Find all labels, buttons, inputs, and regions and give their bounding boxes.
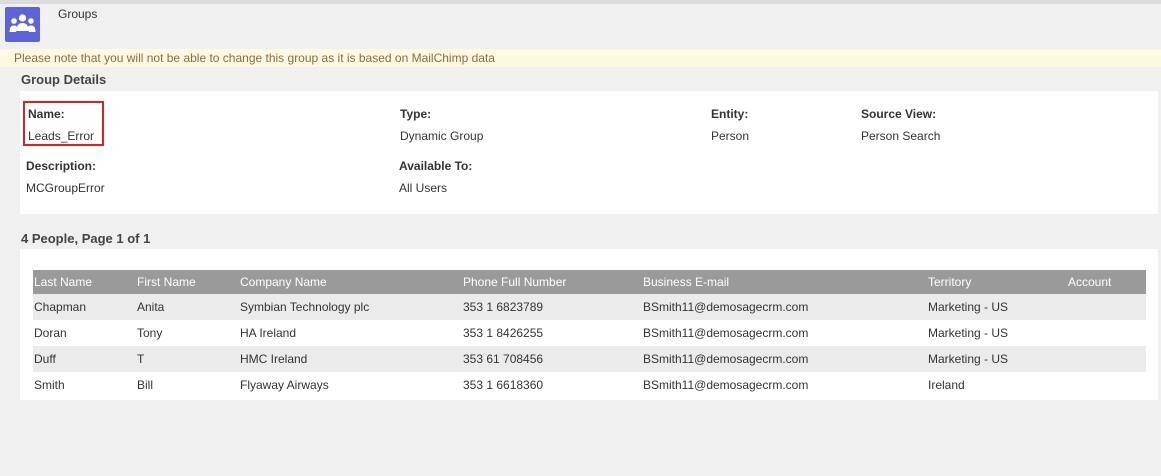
users-group-icon [5,7,40,42]
first-name-link[interactable]: T [136,346,239,372]
table-row: Doran Tony HA Ireland 353 1 8426255 BSmi… [33,320,1146,346]
mailchimp-notice: Please note that you will not be able to… [0,49,1161,67]
first-name-link[interactable]: Tony [136,320,239,346]
territory-cell: Marketing - US [927,294,1067,320]
company-cell: HA Ireland [239,320,462,346]
available-to-field: Available To: All Users [399,159,472,195]
source-view-field: Source View: Person Search [861,107,940,143]
column-header-last-name[interactable]: Last Name [33,270,136,294]
last-name-link[interactable]: Chapman [33,294,136,320]
column-header-phone[interactable]: Phone Full Number [462,270,642,294]
type-value: Dynamic Group [400,129,484,143]
column-header-first-name[interactable]: First Name [136,270,239,294]
table-header-row: Last Name First Name Company Name Phone … [33,270,1146,294]
email-cell: BSmith11@demosagecrm.com [642,372,927,398]
name-field: Name: Leads_Error [28,107,94,143]
group-details-heading: Group Details [21,72,107,87]
group-details-panel: Name: Leads_Error Type: Dynamic Group En… [20,91,1158,214]
name-label: Name: [28,107,65,121]
email-cell: BSmith11@demosagecrm.com [642,320,927,346]
last-name-link[interactable]: Smith [33,372,136,398]
type-field: Type: Dynamic Group [400,107,483,143]
type-label: Type: [400,107,432,121]
territory-cell: Marketing - US [927,346,1067,372]
phone-cell: 353 1 6823789 [462,294,642,320]
people-heading: 4 People, Page 1 of 1 [21,231,151,246]
name-value: Leads_Error [28,129,95,143]
first-name-link[interactable]: Anita [136,294,239,320]
phone-cell: 353 61 708456 [462,346,642,372]
column-header-email[interactable]: Business E-mail [642,270,927,294]
company-cell: Symbian Technology plc [239,294,462,320]
top-strip [0,0,1161,4]
table-row: Chapman Anita Symbian Technology plc 353… [33,294,1146,320]
column-header-territory[interactable]: Territory [927,270,1067,294]
account-cell [1067,294,1146,320]
description-label: Description: [26,159,97,173]
first-name-link[interactable]: Bill [136,372,239,398]
description-value: MCGroupError [26,181,105,195]
territory-cell: Ireland [927,372,1067,398]
column-header-company-name[interactable]: Company Name [239,270,462,294]
account-cell [1067,320,1146,346]
people-panel: Last Name First Name Company Name Phone … [20,249,1158,400]
table-row: Duff T HMC Ireland 353 61 708456 BSmith1… [33,346,1146,372]
entity-value: Person [711,129,750,143]
phone-cell: 353 1 6618360 [462,372,642,398]
company-cell: Flyaway Airways [239,372,462,398]
column-header-account[interactable]: Account [1067,270,1146,294]
page-title: Groups [58,7,98,21]
available-to-label: Available To: [399,159,473,173]
available-to-value: All Users [399,181,448,195]
last-name-link[interactable]: Duff [33,346,136,372]
last-name-link[interactable]: Doran [33,320,136,346]
entity-label: Entity: [711,107,749,121]
account-cell [1067,372,1146,398]
table-row: Smith Bill Flyaway Airways 353 1 6618360… [33,372,1146,398]
phone-cell: 353 1 8426255 [462,320,642,346]
account-cell [1067,346,1146,372]
entity-field: Entity: Person [711,107,749,143]
people-table: Last Name First Name Company Name Phone … [33,270,1146,398]
description-field: Description: MCGroupError [26,159,105,195]
source-view-label: Source View: [861,107,937,121]
email-cell: BSmith11@demosagecrm.com [642,346,927,372]
email-cell: BSmith11@demosagecrm.com [642,294,927,320]
company-cell: HMC Ireland [239,346,462,372]
source-view-value: Person Search [861,129,941,143]
territory-cell: Marketing - US [927,320,1067,346]
